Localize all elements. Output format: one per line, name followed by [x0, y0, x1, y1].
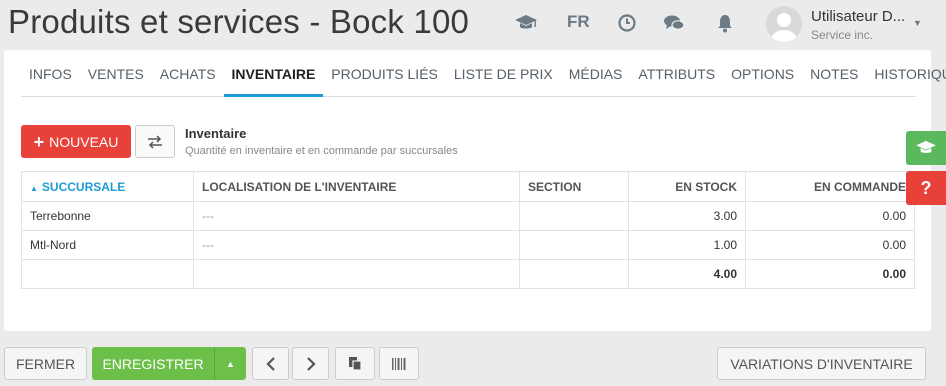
tab-attributs[interactable]: ATTRIBUTS — [630, 50, 723, 97]
table-row[interactable]: Terrebonne --- 3.00 0.00 — [21, 201, 915, 231]
tab-infos[interactable]: INFOS — [21, 50, 80, 97]
next-button[interactable] — [292, 347, 329, 380]
bell-icon[interactable] — [713, 12, 737, 34]
chevron-left-icon — [265, 356, 275, 371]
col-header-en-commande[interactable]: EN COMMANDE — [745, 171, 915, 202]
cell-localisation: --- — [193, 201, 520, 231]
cell-succursale: Terrebonne — [21, 201, 194, 231]
cell-en-commande: 0.00 — [745, 230, 915, 260]
cell-en-stock: 3.00 — [628, 201, 746, 231]
new-button[interactable]: + NOUVEAU — [21, 125, 131, 158]
help-side-button[interactable]: ? — [906, 171, 946, 205]
question-icon: ? — [920, 177, 932, 198]
col-header-localisation[interactable]: LOCALISATION DE L'INVENTAIRE — [193, 171, 520, 202]
copy-button[interactable] — [335, 347, 375, 380]
tab-historique[interactable]: HISTORIQUE — [866, 50, 946, 97]
barcode-icon — [392, 357, 406, 370]
previous-button[interactable] — [252, 347, 289, 380]
col-header-succursale[interactable]: ▲ SUCCURSALE — [21, 171, 194, 202]
col-header-en-stock[interactable]: EN STOCK — [628, 171, 746, 202]
tab-achats[interactable]: ACHATS — [152, 50, 224, 97]
total-en-stock: 4.00 — [628, 259, 746, 289]
total-succursale — [21, 259, 194, 289]
cell-en-stock: 1.00 — [628, 230, 746, 260]
tab-notes[interactable]: NOTES — [802, 50, 866, 97]
chevron-right-icon — [306, 356, 316, 371]
graduation-cap-icon — [916, 140, 936, 153]
transfer-button[interactable] — [135, 125, 175, 158]
copy-icon — [349, 357, 362, 371]
user-name[interactable]: Utilisateur D... — [811, 8, 905, 25]
caret-up-icon: ▲ — [226, 358, 235, 369]
cell-section — [519, 201, 629, 231]
save-button[interactable]: ENREGISTRER — [92, 347, 214, 380]
app-header: Produits et services - Bock 100 FR Utili… — [0, 0, 946, 48]
tab-produits-lies[interactable]: PRODUITS LIÉS — [323, 50, 446, 97]
total-en-commande: 0.00 — [745, 259, 915, 289]
tab-ventes[interactable]: VENTES — [80, 50, 152, 97]
col-header-section[interactable]: SECTION — [519, 171, 629, 202]
page-title: Produits et services - Bock 100 — [8, 3, 470, 40]
tab-bar: INFOS VENTES ACHATS INVENTAIRE PRODUITS … — [21, 50, 946, 97]
save-options-button[interactable]: ▲ — [214, 347, 246, 380]
chevron-down-icon[interactable]: ▼ — [913, 18, 922, 28]
total-section — [519, 259, 629, 289]
cell-section — [519, 230, 629, 260]
sort-asc-icon: ▲ — [30, 183, 38, 193]
language-selector[interactable]: FR — [567, 12, 590, 32]
training-side-button[interactable] — [906, 131, 946, 165]
swap-arrows-icon — [148, 134, 162, 149]
cell-succursale: Mtl-Nord — [21, 230, 194, 260]
user-company: Service inc. — [811, 28, 874, 42]
inventory-table: ▲ SUCCURSALE LOCALISATION DE L'INVENTAIRE… — [21, 171, 915, 289]
tab-inventaire[interactable]: INVENTAIRE — [223, 50, 324, 97]
section-title: Inventaire — [185, 126, 247, 141]
chat-icon[interactable] — [662, 12, 686, 34]
tab-medias[interactable]: MÉDIAS — [561, 50, 631, 97]
table-total-row: 4.00 0.00 — [21, 259, 915, 289]
graduation-cap-icon[interactable] — [514, 12, 538, 34]
inventory-variations-button[interactable]: VARIATIONS D'INVENTAIRE — [717, 347, 926, 380]
table-header-row: ▲ SUCCURSALE LOCALISATION DE L'INVENTAIRE… — [21, 171, 915, 202]
table-row[interactable]: Mtl-Nord --- 1.00 0.00 — [21, 230, 915, 260]
cell-localisation: --- — [193, 230, 520, 260]
cell-en-commande: 0.00 — [745, 201, 915, 231]
tab-options[interactable]: OPTIONS — [723, 50, 802, 97]
avatar[interactable] — [766, 6, 802, 42]
barcode-button[interactable] — [379, 347, 419, 380]
close-button[interactable]: FERMER — [4, 347, 87, 380]
section-subtitle: Quantité en inventaire et en commande pa… — [185, 145, 458, 157]
tab-liste-de-prix[interactable]: LISTE DE PRIX — [446, 50, 561, 97]
plus-icon: + — [33, 131, 45, 152]
new-button-label: NOUVEAU — [49, 133, 119, 150]
total-localisation — [193, 259, 520, 289]
clock-icon[interactable] — [615, 12, 639, 34]
main-card: INFOS VENTES ACHATS INVENTAIRE PRODUITS … — [4, 50, 946, 331]
